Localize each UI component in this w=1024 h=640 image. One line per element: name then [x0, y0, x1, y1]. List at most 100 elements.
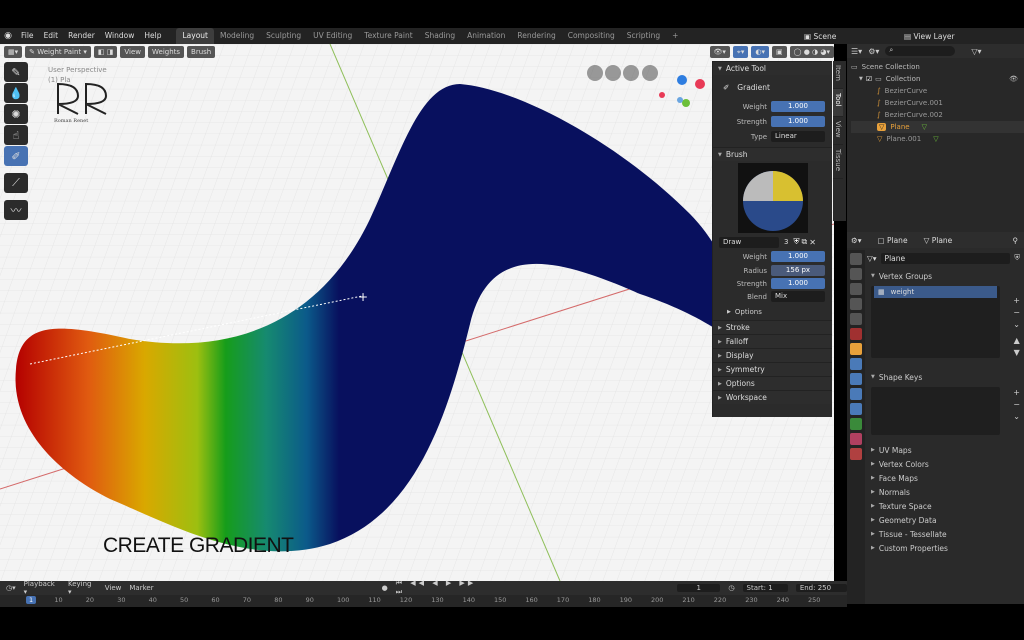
- start-frame-field[interactable]: Start: 1: [743, 584, 788, 592]
- vertex-group-item[interactable]: ▦weight: [874, 286, 997, 298]
- outliner-editor-icon[interactable]: ☰▾: [851, 47, 862, 56]
- vertex-groups-header[interactable]: ▼Vertex Groups: [867, 269, 1022, 283]
- tool-weight-field[interactable]: 1.000: [771, 101, 825, 112]
- fake-user-icon[interactable]: ⛨: [1014, 253, 1020, 263]
- tab-scripting[interactable]: Scripting: [621, 28, 666, 44]
- tab-item[interactable]: Item: [833, 61, 843, 89]
- overlay-toggle[interactable]: ◐▾: [751, 46, 769, 58]
- vertex-group-specials-button[interactable]: ⌄: [1013, 319, 1020, 331]
- data-breadcrumb[interactable]: ▽ Plane: [924, 236, 953, 245]
- falloff-section[interactable]: ▶Falloff: [713, 334, 832, 348]
- outliner-item[interactable]: ▽Plane.001▽: [851, 133, 1024, 145]
- tab-uv-editing[interactable]: UV Editing: [307, 28, 358, 44]
- menu-edit[interactable]: Edit: [39, 28, 64, 44]
- tab-tissue[interactable]: Tissue: [833, 145, 843, 179]
- geometry-data-section[interactable]: ▶Geometry Data: [867, 513, 1022, 527]
- smear-brush-icon[interactable]: ☝: [4, 125, 28, 145]
- add-shape-key-button[interactable]: +: [1013, 387, 1020, 399]
- checkbox-icon[interactable]: ☑: [866, 75, 872, 83]
- blend-select[interactable]: Mix: [771, 291, 825, 302]
- preview-range-icon[interactable]: ◷: [728, 584, 734, 592]
- physics-tab-icon[interactable]: [850, 388, 862, 400]
- end-frame-field[interactable]: End: 250: [796, 584, 847, 592]
- gradient-tool-icon[interactable]: ✐: [4, 146, 28, 166]
- viewport-canvas[interactable]: +: [0, 44, 834, 581]
- filter-icon[interactable]: ▽▾: [971, 47, 981, 56]
- custom-properties-section[interactable]: ▶Custom Properties: [867, 541, 1022, 555]
- 3d-viewport[interactable]: + User Perspective (1) Pla Roman Renet C…: [0, 44, 834, 581]
- mask-toggle[interactable]: ◧ ◨: [94, 46, 117, 58]
- move-down-button[interactable]: ▼: [1013, 347, 1020, 359]
- tool-strength-field[interactable]: 1.000: [771, 116, 825, 127]
- face-maps-section[interactable]: ▶Face Maps: [867, 471, 1022, 485]
- tissue-tessellate-section[interactable]: ▶Tissue - Tessellate: [867, 527, 1022, 541]
- shape-keys-list[interactable]: [871, 387, 1000, 435]
- unlink-brush-icon[interactable]: ✕: [809, 238, 816, 247]
- blender-logo-icon[interactable]: ◉: [0, 31, 16, 41]
- outliner-scene-collection[interactable]: ▭Scene Collection: [851, 61, 1024, 73]
- outliner-item[interactable]: ∫BezierCurve.001: [851, 97, 1024, 109]
- mesh-data-tab-icon[interactable]: [850, 418, 862, 430]
- mesh-name-field[interactable]: Plane: [881, 253, 1011, 264]
- material-tab-icon[interactable]: [850, 433, 862, 445]
- blur-brush-icon[interactable]: 💧: [4, 83, 28, 103]
- modifier-tab-icon[interactable]: [850, 358, 862, 370]
- brush-preview[interactable]: [713, 161, 832, 235]
- remove-shape-key-button[interactable]: −: [1013, 399, 1020, 411]
- constraints-tab-icon[interactable]: [850, 403, 862, 415]
- stroke-section[interactable]: ▶Stroke: [713, 320, 832, 334]
- menu-weights[interactable]: Weights: [148, 46, 184, 58]
- mode-selector[interactable]: ✎ Weight Paint ▾: [25, 46, 91, 58]
- menu-help[interactable]: Help: [139, 28, 166, 44]
- radius-field[interactable]: 156 px: [771, 265, 825, 276]
- menu-playback[interactable]: Playback ▾: [24, 580, 60, 596]
- shading-modes[interactable]: ◯ ● ◑ ◕▾: [790, 46, 834, 58]
- duplicate-brush-icon[interactable]: ⧉: [801, 237, 807, 247]
- add-vertex-group-button[interactable]: +: [1013, 295, 1020, 307]
- brush-weight-field[interactable]: 1.000: [771, 251, 825, 262]
- fake-user-icon[interactable]: ⛨: [793, 237, 799, 247]
- menu-render[interactable]: Render: [63, 28, 100, 44]
- object-breadcrumb[interactable]: ▢ Plane: [878, 236, 908, 245]
- eye-icon[interactable]: 👁: [1009, 75, 1018, 83]
- move-up-button[interactable]: ▲: [1013, 335, 1020, 347]
- remove-vertex-group-button[interactable]: −: [1013, 307, 1020, 319]
- display-mode-icon[interactable]: ⚙▾: [868, 47, 879, 56]
- current-frame-field[interactable]: 1: [677, 584, 720, 592]
- tab-sculpting[interactable]: Sculpting: [260, 28, 307, 44]
- outliner-collection[interactable]: ▼☑▭Collection👁: [851, 73, 1024, 85]
- options-section[interactable]: ▶Options: [713, 376, 832, 390]
- brush-name-field[interactable]: Draw: [719, 237, 779, 248]
- gizmo-toggle[interactable]: ⌖▾: [733, 46, 748, 58]
- tab-texture-paint[interactable]: Texture Paint: [358, 28, 418, 44]
- average-brush-icon[interactable]: ✺: [4, 104, 28, 124]
- tab-shading[interactable]: Shading: [419, 28, 461, 44]
- outliner-search-input[interactable]: ⌕: [885, 46, 955, 56]
- shape-keys-header[interactable]: ▼Shape Keys: [867, 370, 1022, 384]
- tab-modeling[interactable]: Modeling: [214, 28, 260, 44]
- symmetry-section[interactable]: ▶Symmetry: [713, 362, 832, 376]
- outliner-item-active[interactable]: ▽Plane▽: [851, 121, 1024, 133]
- record-button[interactable]: ●: [382, 584, 388, 592]
- texture-tab-icon[interactable]: [850, 448, 862, 460]
- tab-layout[interactable]: Layout: [176, 28, 214, 44]
- object-tab-icon[interactable]: [850, 343, 862, 355]
- scene-tab-icon[interactable]: [850, 313, 862, 325]
- menu-view[interactable]: View: [105, 584, 122, 592]
- menu-marker[interactable]: Marker: [129, 584, 153, 592]
- editor-type-button[interactable]: ▦▾: [4, 46, 22, 58]
- output-tab-icon[interactable]: [850, 283, 862, 295]
- texture-space-section[interactable]: ▶Texture Space: [867, 499, 1022, 513]
- menu-file[interactable]: File: [16, 28, 39, 44]
- tool-tab-icon[interactable]: [850, 253, 862, 265]
- tab-animation[interactable]: Animation: [461, 28, 511, 44]
- pin-icon[interactable]: ⚲: [1013, 236, 1019, 245]
- timeline-editor-icon[interactable]: ◷▾: [6, 584, 16, 592]
- render-tab-icon[interactable]: [850, 268, 862, 280]
- annotate-icon[interactable]: 〰: [4, 200, 28, 220]
- gradient-type-select[interactable]: Linear: [771, 131, 825, 142]
- sample-weight-icon[interactable]: ⟋: [4, 173, 28, 193]
- tab-tool[interactable]: Tool: [833, 89, 843, 117]
- tab-rendering[interactable]: Rendering: [511, 28, 561, 44]
- brush-header[interactable]: ▼Brush: [713, 147, 832, 161]
